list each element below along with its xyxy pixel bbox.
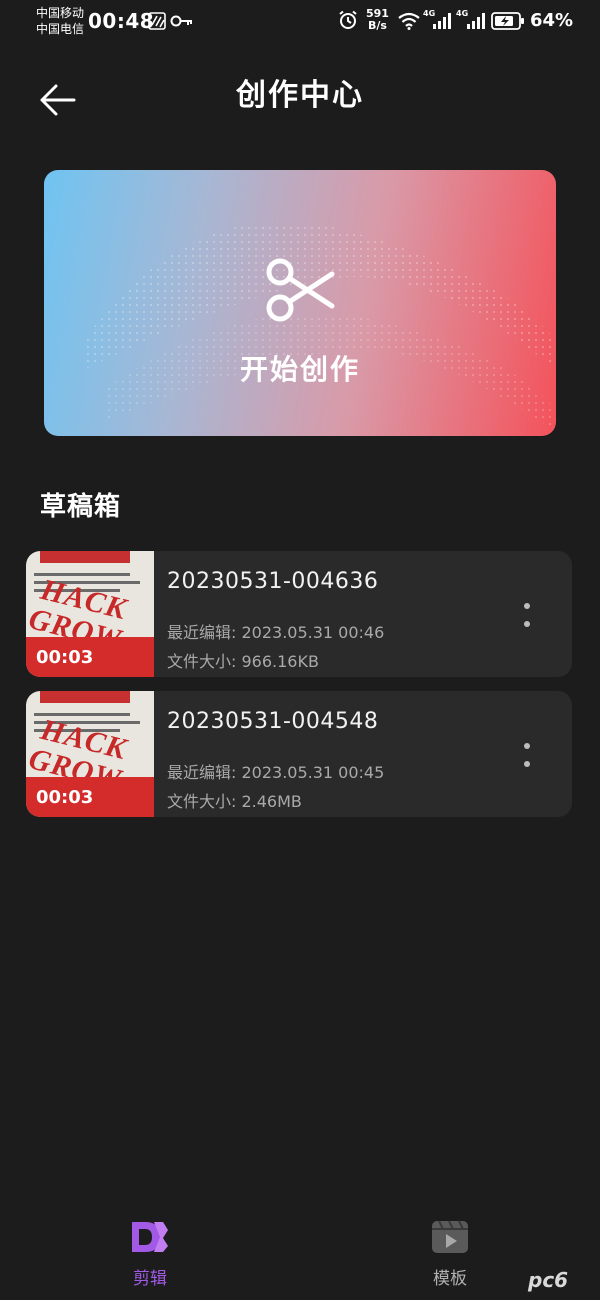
nfc-icon xyxy=(148,12,166,30)
more-options-button[interactable] xyxy=(512,597,542,633)
battery-percent: 64% xyxy=(530,10,574,31)
drafts-section-title: 草稿箱 xyxy=(40,492,122,522)
carrier-info: 中国移动 中国电信 xyxy=(36,5,84,37)
draft-file-size: 文件大小: 966.16KB xyxy=(167,652,319,671)
draft-last-edited: 最近编辑: 2023.05.31 00:46 xyxy=(167,623,385,642)
more-dot-icon xyxy=(524,603,530,609)
alarm-icon xyxy=(339,10,357,29)
key-icon xyxy=(170,15,192,27)
more-options-button[interactable] xyxy=(512,737,542,773)
draft-last-edited: 最近编辑: 2023.05.31 00:45 xyxy=(167,763,385,782)
net-speed-unit: B/s xyxy=(368,19,387,32)
tab-template[interactable]: 模板 xyxy=(410,1216,490,1289)
draft-item[interactable]: HACK GROW 00:03 20230531-004548 最近编辑: 20… xyxy=(26,691,572,817)
carrier-1: 中国移动 xyxy=(36,6,85,20)
banner-label: 开始创作 xyxy=(239,353,360,386)
net-speed: 591 B/s xyxy=(366,8,389,32)
draft-name: 20230531-004636 xyxy=(167,569,379,594)
watermark-logo: pc6 xyxy=(528,1268,569,1292)
draft-thumbnail: HACK GROW 00:03 xyxy=(26,551,154,677)
more-dot-icon xyxy=(524,743,530,749)
tab-label: 剪辑 xyxy=(133,1269,167,1289)
signal-icon xyxy=(433,13,451,29)
status-time: 00:48 xyxy=(88,9,155,33)
template-play-icon xyxy=(432,1220,468,1253)
more-dot-icon xyxy=(524,761,530,767)
page-title: 创作中心 xyxy=(236,78,364,113)
tab-edit[interactable]: 剪辑 xyxy=(110,1216,190,1289)
wifi-icon xyxy=(398,12,420,30)
draft-thumbnail: HACK GROW 00:03 xyxy=(26,691,154,817)
signal-icon xyxy=(467,13,485,29)
scissors-icon xyxy=(266,258,335,322)
status-bar: 中国移动 中国电信 00:48 591 B/s 4G 4G 64% xyxy=(0,0,600,44)
draft-duration: 00:03 xyxy=(36,647,94,668)
draft-item[interactable]: HACK GROW 00:03 20230531-004636 最近编辑: 20… xyxy=(26,551,572,677)
more-dot-icon xyxy=(524,621,530,627)
edit-logo-icon xyxy=(132,1222,168,1252)
battery-charging-icon xyxy=(491,12,524,30)
draft-file-size: 文件大小: 2.46MB xyxy=(167,792,302,811)
carrier-2: 中国电信 xyxy=(36,22,85,36)
tab-label: 模板 xyxy=(433,1269,467,1289)
draft-name: 20230531-004548 xyxy=(167,709,379,734)
start-creation-banner[interactable]: 开始创作 xyxy=(44,170,556,436)
draft-duration: 00:03 xyxy=(36,787,94,808)
